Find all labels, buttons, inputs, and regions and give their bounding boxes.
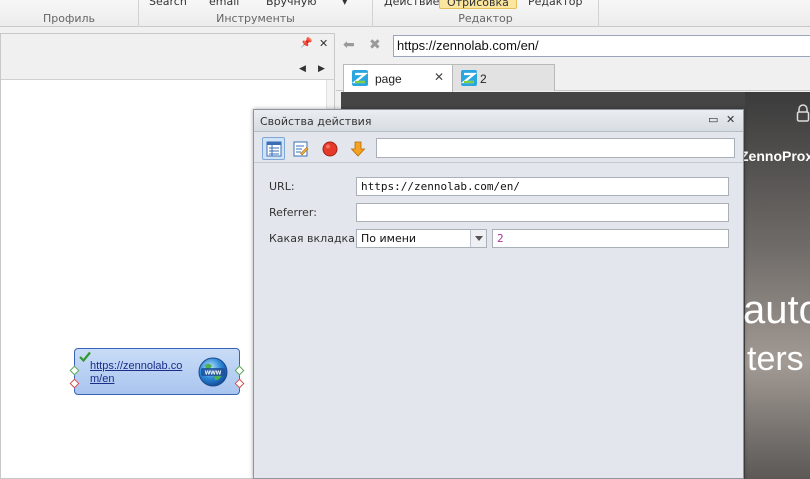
pin-icon[interactable]: 📌 <box>300 38 312 50</box>
tab-2[interactable]: 2 <box>452 64 555 91</box>
ribbon-group-label: Редактор <box>458 12 513 25</box>
lock-icon <box>796 104 810 122</box>
project-panel-header: 📌 ✕ ◀ ▶ <box>1 34 334 80</box>
output-port-error[interactable] <box>234 378 245 389</box>
referrer-input[interactable] <box>356 203 729 222</box>
tab-mode-select[interactable]: По имени <box>356 229 487 248</box>
page-headline-text: auto <box>743 288 810 332</box>
action-properties-dialog: Свойства действия ▭ ✕ URL: https://zenno… <box>253 109 744 479</box>
chevron-down-icon[interactable] <box>470 230 486 247</box>
dialog-toolbar <box>254 133 743 163</box>
ribbon-group-tools: Search email Вручную ▾ Инструменты <box>139 0 373 27</box>
close-dialog-icon[interactable]: ✕ <box>726 114 735 126</box>
page-subline-text: ters <box>747 340 804 378</box>
render-button[interactable]: Отрисовка <box>439 0 517 9</box>
ribbon-group-label: Профиль <box>42 12 96 25</box>
navigate-action-block[interactable]: https://zennolab.com/en www <box>69 348 245 395</box>
output-port-success[interactable] <box>234 365 245 376</box>
zennoposter-logo-icon <box>351 70 369 89</box>
email-button[interactable]: email <box>209 0 239 8</box>
zennoposter-logo-icon <box>460 70 478 89</box>
www-globe-icon: www <box>197 356 229 391</box>
restore-window-icon[interactable]: ▭ <box>708 114 718 126</box>
referrer-label: Referrer: <box>269 206 317 219</box>
toolbar-search-input[interactable] <box>376 138 735 158</box>
ribbon-group-profile: Профиль <box>0 0 139 27</box>
url-input[interactable]: https://zennolab.com/en/ <box>356 177 729 196</box>
ribbon: Профиль Search email Вручную ▾ Инструмен… <box>0 0 810 27</box>
ribbon-group-editor: Действие Отрисовка Редактор Редактор <box>373 0 599 27</box>
address-bar[interactable]: https://zennolab.com/en/ <box>393 35 810 57</box>
input-port[interactable] <box>69 365 80 376</box>
tab-mode-value: По имени <box>361 232 417 245</box>
ribbon-group-label: Инструменты <box>216 12 295 25</box>
scroll-right-icon[interactable]: ▶ <box>318 63 325 75</box>
scroll-left-icon[interactable]: ◀ <box>299 63 306 75</box>
input-port-error[interactable] <box>69 378 80 389</box>
dropdown-arrow-icon[interactable]: ▾ <box>342 0 348 8</box>
tab-name-input[interactable]: 2 <box>492 229 729 248</box>
download-arrow-icon[interactable] <box>346 137 369 160</box>
back-arrow-icon[interactable]: ⬅ <box>343 38 355 52</box>
www-text: www <box>204 370 222 377</box>
tab-label: page <box>375 72 402 86</box>
tab-select-label: Какая вкладка: <box>269 232 359 245</box>
page-brand-text: ZennoProx <box>740 148 810 164</box>
action-button[interactable]: Действие <box>384 0 439 8</box>
manual-button[interactable]: Вручную <box>266 0 317 8</box>
close-icon[interactable]: ✕ <box>319 38 328 50</box>
url-label: URL: <box>269 180 295 193</box>
editor-button[interactable]: Редактор <box>528 0 583 8</box>
dialog-title-bar[interactable]: Свойства действия ▭ ✕ <box>254 110 743 132</box>
stop-red-icon[interactable] <box>318 137 341 160</box>
browser-tab-strip: page ✕ 2 <box>336 59 810 92</box>
browser-toolbar: ⬅ ✖ https://zennolab.com/en/ <box>336 33 810 59</box>
tab-page[interactable]: page ✕ <box>343 64 453 92</box>
search-button[interactable]: Search <box>149 0 187 8</box>
stop-icon[interactable]: ✖ <box>369 38 381 52</box>
tab-label: 2 <box>480 72 487 86</box>
properties-grid-icon[interactable] <box>262 137 285 160</box>
close-tab-icon[interactable]: ✕ <box>434 70 444 84</box>
action-url-link[interactable]: https://zennolab.com/en <box>90 360 190 386</box>
edit-form-icon[interactable] <box>289 137 312 160</box>
dialog-title: Свойства действия <box>260 115 372 128</box>
